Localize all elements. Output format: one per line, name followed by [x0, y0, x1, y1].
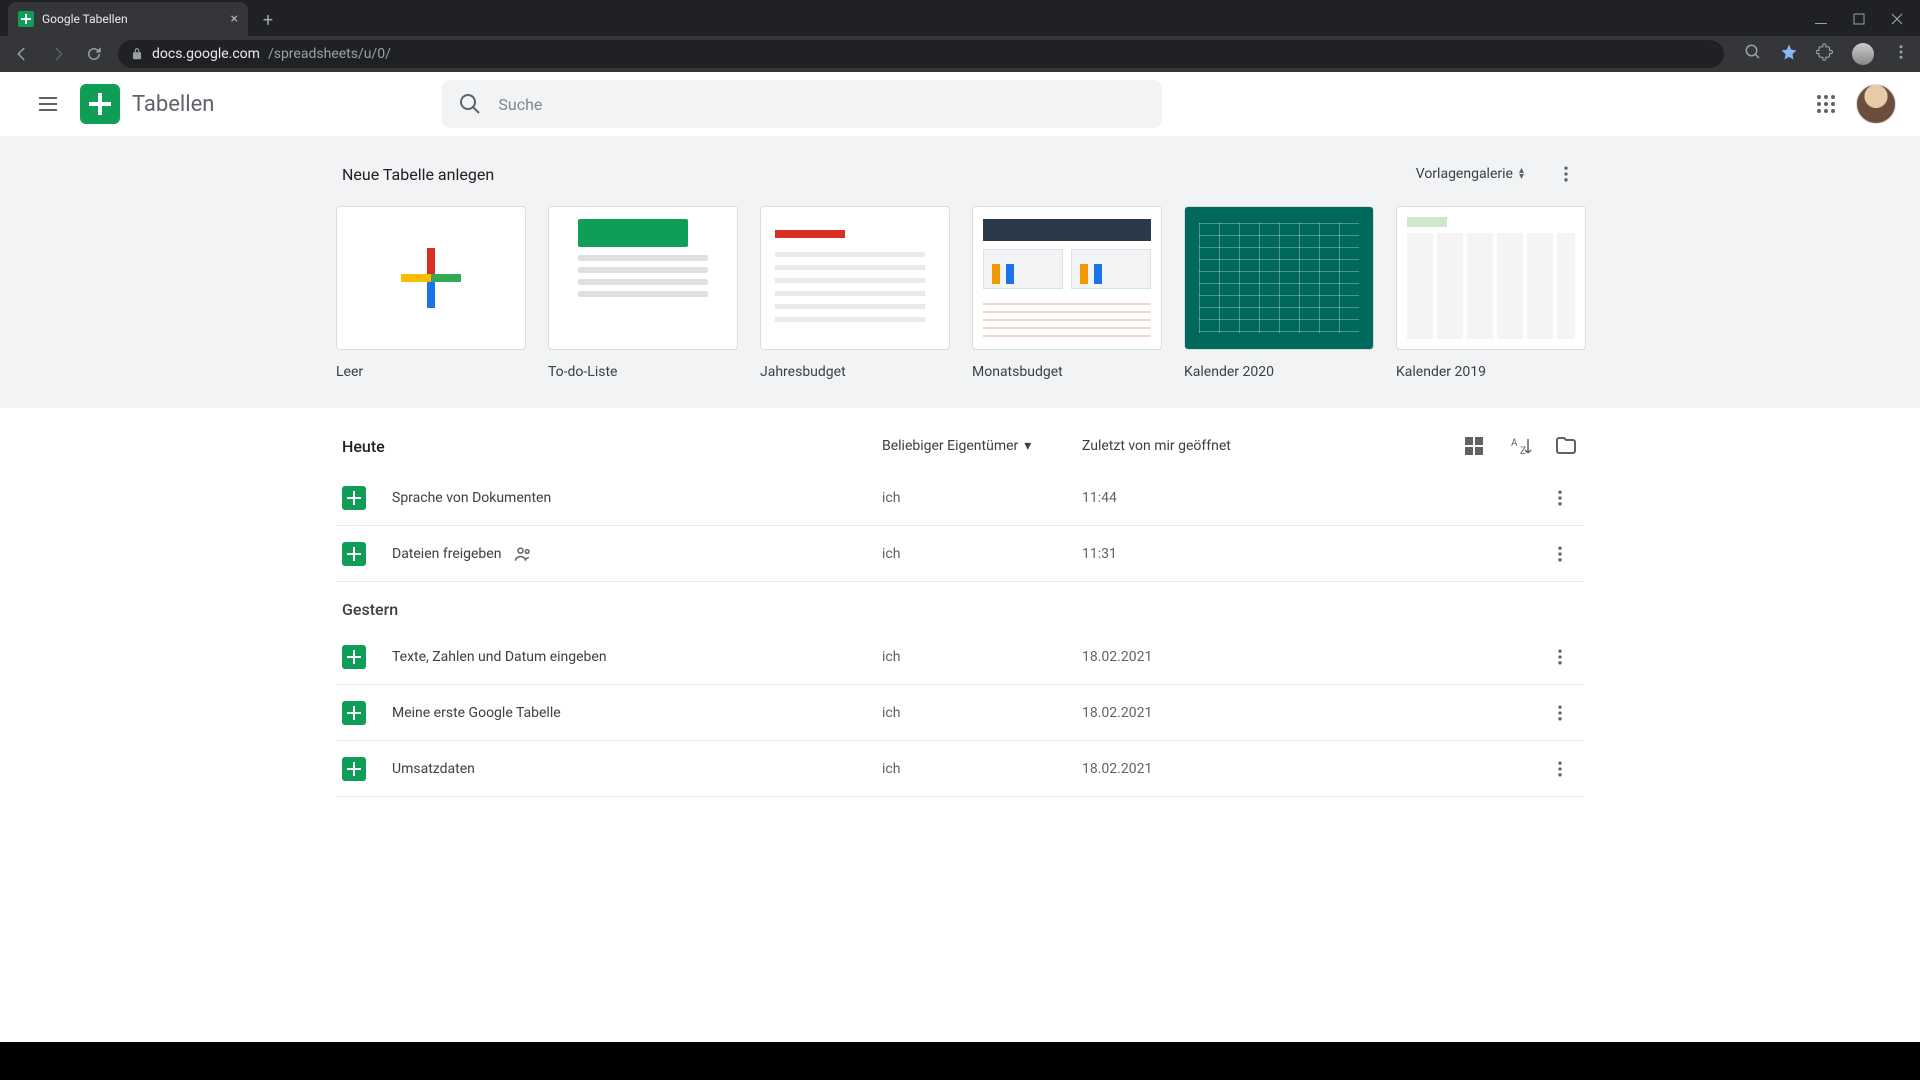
document-owner: ich — [882, 490, 1082, 506]
template-thumbnail — [972, 206, 1162, 350]
bookmark-star-icon[interactable] — [1780, 43, 1798, 65]
document-time: 18.02.2021 — [1082, 761, 1322, 777]
sheets-file-icon — [342, 757, 366, 781]
template-label: Jahresbudget — [760, 364, 950, 380]
owner-filter[interactable]: Beliebiger Eigentümer ▾ — [882, 438, 1082, 454]
template-card[interactable]: Kalender 2019 — [1396, 206, 1586, 380]
templates-heading: Neue Tabelle anlegen — [342, 165, 494, 184]
document-row[interactable]: Sprache von Dokumentenich11:44 — [336, 470, 1584, 526]
group-heading: Gestern — [336, 582, 1584, 629]
sheets-file-icon — [342, 486, 366, 510]
document-more-button[interactable] — [1542, 751, 1578, 787]
template-card[interactable]: To-do-Liste — [548, 206, 738, 380]
nav-reload-button[interactable] — [82, 42, 106, 66]
template-thumbnail — [1396, 206, 1586, 350]
search-input[interactable] — [498, 95, 1146, 114]
template-thumbnail — [548, 206, 738, 350]
svg-text:A: A — [1511, 438, 1518, 449]
template-card[interactable]: Monatsbudget — [972, 206, 1162, 380]
window-maximize-button[interactable] — [1852, 12, 1866, 26]
document-owner: ich — [882, 649, 1082, 665]
document-row[interactable]: Dateien freigebenich11:31 — [336, 526, 1584, 582]
document-name: Texte, Zahlen und Datum eingeben — [392, 649, 882, 665]
search-box[interactable] — [442, 80, 1162, 128]
chrome-menu-button[interactable] — [1892, 43, 1910, 65]
template-thumbnail — [1184, 206, 1374, 350]
document-row[interactable]: Meine erste Google Tabelleich18.02.2021 — [336, 685, 1584, 741]
template-gallery-label: Vorlagengalerie — [1416, 166, 1513, 182]
url-host: docs.google.com — [152, 46, 260, 62]
document-more-button[interactable] — [1542, 639, 1578, 675]
document-name: Sprache von Dokumenten — [392, 490, 882, 506]
template-label: To-do-Liste — [548, 364, 738, 380]
template-label: Monatsbudget — [972, 364, 1162, 380]
sort-label[interactable]: Zuletzt von mir geöffnet — [1082, 438, 1322, 454]
document-row[interactable]: Umsatzdatenich18.02.2021 — [336, 741, 1584, 797]
document-owner: ich — [882, 761, 1082, 777]
address-bar[interactable]: docs.google.com/spreadsheets/u/0/ — [118, 40, 1724, 68]
sheets-file-icon — [342, 701, 366, 725]
tab-title: Google Tabellen — [42, 12, 128, 26]
document-owner: ich — [882, 546, 1082, 562]
window-close-button[interactable] — [1890, 12, 1904, 26]
document-more-button[interactable] — [1542, 536, 1578, 572]
first-group-heading: Heute — [342, 437, 882, 456]
app-title: Tabellen — [132, 92, 214, 117]
account-avatar[interactable] — [1856, 84, 1896, 124]
template-thumbnail — [336, 206, 526, 350]
close-tab-icon[interactable]: × — [231, 11, 238, 27]
letterbox — [0, 1042, 1920, 1080]
search-icon — [458, 92, 482, 116]
nav-back-button[interactable] — [10, 42, 34, 66]
document-time: 18.02.2021 — [1082, 705, 1322, 721]
template-thumbnail — [760, 206, 950, 350]
owner-filter-label: Beliebiger Eigentümer — [882, 438, 1018, 454]
lock-icon — [130, 47, 144, 61]
sheets-file-icon — [342, 542, 366, 566]
template-gallery-toggle[interactable]: Vorlagengalerie ▴▾ — [1406, 160, 1534, 188]
template-label: Kalender 2019 — [1396, 364, 1586, 380]
unfold-icon: ▴▾ — [1519, 168, 1524, 180]
sort-az-button[interactable]: AZ — [1508, 434, 1532, 458]
url-path: /spreadsheets/u/0/ — [268, 46, 391, 62]
sheets-file-icon — [342, 645, 366, 669]
template-card[interactable]: Jahresbudget — [760, 206, 950, 380]
document-name: Meine erste Google Tabelle — [392, 705, 882, 721]
template-label: Leer — [336, 364, 526, 380]
document-more-button[interactable] — [1542, 695, 1578, 731]
document-name: Dateien freigeben — [392, 544, 882, 564]
open-picker-button[interactable] — [1554, 434, 1578, 458]
main-menu-button[interactable] — [24, 80, 72, 128]
dropdown-icon: ▾ — [1024, 438, 1031, 454]
document-time: 11:31 — [1082, 546, 1322, 562]
browser-profile-icon[interactable] — [1852, 43, 1874, 65]
template-card[interactable]: Kalender 2020 — [1184, 206, 1374, 380]
template-card[interactable]: Leer — [336, 206, 526, 380]
document-time: 18.02.2021 — [1082, 649, 1322, 665]
sheets-logo-icon — [80, 84, 120, 124]
window-minimize-button[interactable] — [1814, 12, 1828, 26]
svg-text:Z: Z — [1520, 446, 1526, 457]
new-tab-button[interactable]: + — [254, 6, 282, 34]
template-label: Kalender 2020 — [1184, 364, 1374, 380]
browser-tab[interactable]: Google Tabellen × — [8, 2, 248, 36]
grid-view-button[interactable] — [1462, 434, 1486, 458]
document-owner: ich — [882, 705, 1082, 721]
sheets-favicon-icon — [18, 11, 34, 27]
templates-more-button[interactable] — [1548, 156, 1584, 192]
google-apps-button[interactable] — [1814, 92, 1838, 116]
nav-forward-button — [46, 42, 70, 66]
document-time: 11:44 — [1082, 490, 1322, 506]
document-name: Umsatzdaten — [392, 761, 882, 777]
document-row[interactable]: Texte, Zahlen und Datum eingebenich18.02… — [336, 629, 1584, 685]
zoom-icon[interactable] — [1744, 43, 1762, 65]
document-more-button[interactable] — [1542, 480, 1578, 516]
shared-icon — [513, 544, 533, 564]
extensions-icon[interactable] — [1816, 43, 1834, 65]
